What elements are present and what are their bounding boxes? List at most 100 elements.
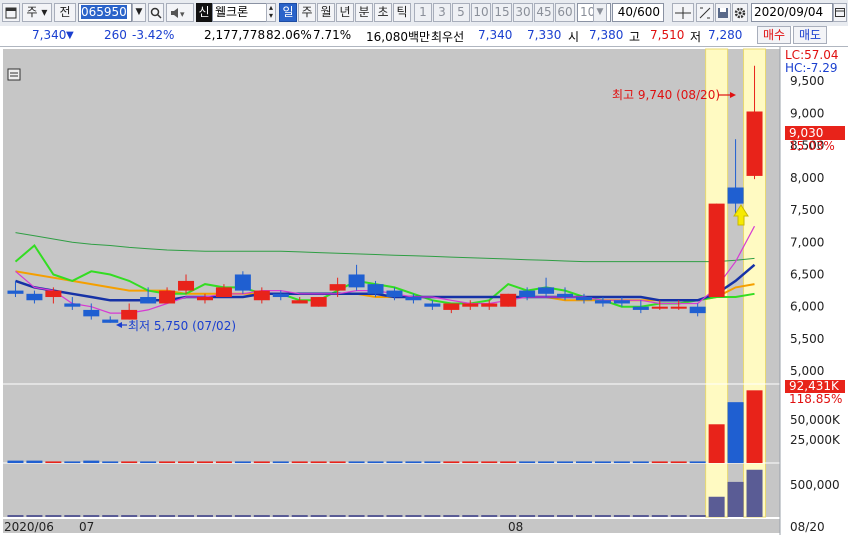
candle-body (140, 297, 157, 304)
panel-toggle-icon[interactable] (7, 68, 21, 81)
low-annotation: 최저 5,750 (07/02) (128, 319, 236, 333)
volume-bar (159, 461, 176, 463)
candle-body (462, 303, 479, 307)
interval-5[interactable]: 5 (452, 3, 470, 22)
y-tick-label: 5,500 (790, 332, 824, 346)
candle-body (310, 297, 327, 307)
calendar-icon[interactable] (833, 3, 847, 22)
amount-bar (500, 515, 517, 517)
code-dropdown-icon[interactable]: ▼ (132, 3, 146, 22)
volume-bar (140, 461, 157, 463)
volume-bar (613, 461, 630, 463)
y-tick-label: 9,000 (790, 106, 824, 120)
save-icon[interactable] (715, 3, 731, 22)
candle-body (178, 280, 195, 291)
amount-bar (462, 515, 479, 517)
period-year[interactable]: 년 (336, 3, 354, 22)
volume-value: 2,177,778 (204, 28, 266, 42)
candle-body (594, 300, 611, 304)
volume-bar (519, 461, 536, 463)
period-month[interactable]: 월 (317, 3, 335, 22)
y-tick-label: 7,000 (790, 235, 824, 249)
plot-area (3, 49, 780, 517)
high-price: 7,510 (650, 28, 685, 42)
volume-bar (746, 390, 763, 463)
amount-bar (632, 515, 649, 517)
amount-bar (708, 496, 725, 517)
candle-body (708, 203, 725, 298)
price-chart[interactable]: 5,0005,5006,0006,5007,0007,5008,0008,500… (0, 47, 848, 535)
type-label: 주 (26, 5, 38, 19)
candle-body (519, 290, 536, 298)
amount-bar (140, 515, 157, 517)
candle-body (367, 284, 384, 294)
svg-text:▾: ▾ (180, 10, 185, 19)
candle-body (500, 293, 517, 307)
sell-button[interactable]: 매도 (793, 26, 827, 44)
candle-body (632, 306, 649, 310)
speaker-icon[interactable]: ▾ (166, 3, 194, 22)
price-tag-pct: 15.03% (789, 139, 835, 153)
y-tick-label: 6,000 (790, 300, 824, 314)
interval-10[interactable]: 10 (471, 3, 491, 22)
volume-bar (291, 461, 308, 463)
amount-bar (613, 515, 630, 517)
interval-1[interactable]: 1 (414, 3, 432, 22)
new-badge: 신 (196, 3, 212, 22)
candle-body (613, 300, 630, 304)
amount-bar (538, 515, 555, 517)
amount-bar (102, 515, 119, 517)
candle-body (443, 303, 460, 310)
y-tick-label: 8,000 (790, 171, 824, 185)
period-week[interactable]: 주 (298, 3, 316, 22)
volume-bar (26, 460, 43, 463)
amount-bar (121, 515, 138, 517)
volume-bar (348, 461, 365, 463)
candle-body (7, 290, 24, 294)
interval-45[interactable]: 45 (534, 3, 554, 22)
volume-bar (253, 461, 270, 463)
price-change: 260 (104, 28, 127, 42)
buy-button[interactable]: 매수 (757, 26, 791, 44)
open-label: 시 (568, 30, 580, 44)
amount-bar (64, 515, 81, 517)
amount-bar (310, 515, 327, 517)
interval-3[interactable]: 3 (433, 3, 451, 22)
type-select[interactable]: 주 ▾ (22, 3, 52, 22)
amount-bar (367, 515, 384, 517)
volume-bar (196, 461, 213, 463)
amount-bar (481, 515, 498, 517)
toolbar: 주 ▾ 전 065950 ▼ ▾ 신 웰크론 ▴ ▾ 일 주 월 년 분 초 틱 … (0, 0, 848, 27)
x-label-07: 07 (79, 520, 94, 534)
gear-icon[interactable] (732, 3, 748, 22)
candle-body (348, 274, 365, 288)
toggle-icon[interactable] (696, 3, 714, 22)
window-icon[interactable] (2, 3, 20, 22)
prev-button[interactable]: 전 (54, 3, 76, 22)
amount-bar (519, 515, 536, 517)
name-spin-icon[interactable]: ▴ ▾ (266, 3, 276, 22)
candle-body (481, 303, 498, 307)
period-minute[interactable]: 분 (355, 3, 373, 22)
period-day[interactable]: 일 (279, 3, 297, 22)
interval-dropdown-icon[interactable]: ▼ (593, 3, 607, 22)
date-input[interactable]: 2020/09/04 (751, 3, 833, 22)
change-percent: -3.42% (132, 28, 175, 42)
period-tick[interactable]: 틱 (393, 3, 411, 22)
code-input[interactable]: 065950 (78, 3, 132, 22)
interval-60[interactable]: 60 (555, 3, 575, 22)
lc-label: LC:57.04 (785, 48, 838, 62)
quote-bar: 7,340 ▼ 260 -3.42% 2,177,778 82.06% 7.71… (0, 26, 848, 47)
period-second[interactable]: 초 (374, 3, 392, 22)
y-tick-label: 6,500 (790, 267, 824, 281)
search-icon[interactable] (148, 3, 164, 22)
candle-body (329, 284, 346, 291)
crosshair-icon[interactable] (672, 3, 694, 22)
interval-30[interactable]: 30 (513, 3, 533, 22)
stock-name-field[interactable]: 웰크론 (212, 3, 274, 22)
low-price: 7,280 (708, 28, 743, 42)
volume-bar (632, 461, 649, 463)
interval-15[interactable]: 15 (492, 3, 512, 22)
count-input[interactable]: 40/600 (612, 3, 664, 22)
amount-bar (7, 515, 24, 517)
